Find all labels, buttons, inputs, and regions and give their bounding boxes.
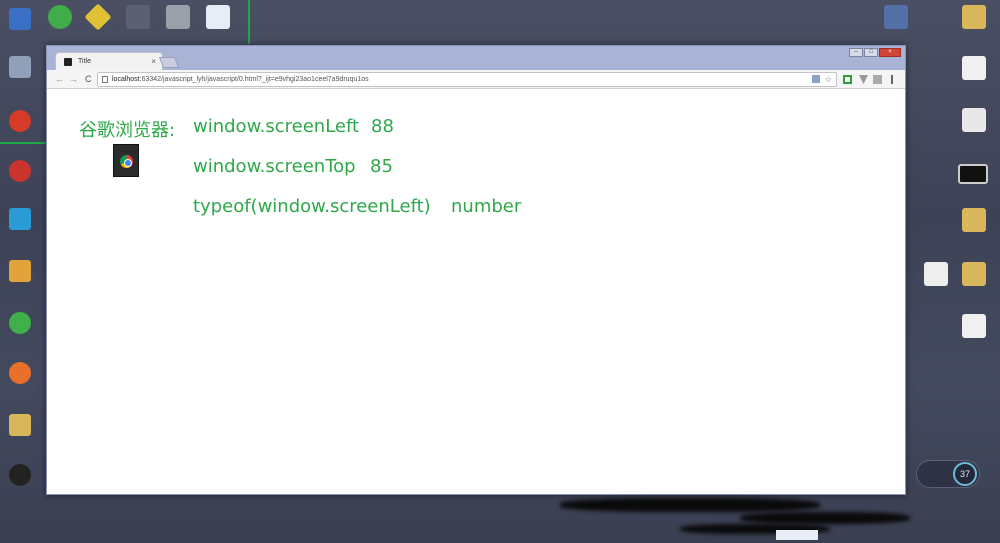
address-bar[interactable]: localhost:63342/javascript_lyh/javascrip… bbox=[97, 72, 837, 87]
right-icon-file-2[interactable] bbox=[962, 108, 986, 132]
window-controls: – □ × bbox=[849, 48, 901, 57]
top-icon-app-3[interactable] bbox=[126, 5, 150, 29]
desktop-icon-computer[interactable] bbox=[0, 8, 40, 32]
url-host: localhost bbox=[112, 76, 140, 83]
value-screen-left: 88 bbox=[371, 116, 394, 137]
top-icon-app-5[interactable] bbox=[206, 5, 230, 29]
browser-window[interactable]: Title × – □ × ← → C localhost:63342/java… bbox=[46, 45, 906, 495]
right-icon-file-3[interactable] bbox=[924, 262, 948, 286]
url-path: :63342/javascript_lyh/javascript/0.html?… bbox=[139, 76, 369, 83]
expr-text: window.screenLeft bbox=[193, 116, 360, 137]
desktop-icon-folder[interactable] bbox=[0, 414, 40, 438]
browser-toolbar: ← → C localhost:63342/javascript_lyh/jav… bbox=[47, 70, 905, 89]
top-icon-app-1[interactable] bbox=[48, 5, 72, 29]
desktop-icon-firefox[interactable] bbox=[0, 362, 40, 386]
green-line-horizontal bbox=[0, 142, 46, 144]
bookmark-star-icon[interactable]: ☆ bbox=[825, 73, 832, 86]
menu-icon[interactable] bbox=[891, 75, 893, 84]
page-content: 谷歌浏览器: window.screenLeft 88 window.scree… bbox=[47, 89, 905, 494]
value-text: 85 bbox=[370, 156, 393, 177]
forward-arrow-icon[interactable]: → bbox=[69, 74, 78, 84]
tab-title: Title bbox=[78, 58, 91, 65]
right-icon-folder-3[interactable] bbox=[962, 262, 986, 286]
right-icon-screen[interactable] bbox=[958, 164, 988, 184]
expr-screen-left: window.screenLeft bbox=[193, 116, 359, 137]
line-screen-left: 谷歌浏览器: bbox=[79, 116, 175, 142]
desktop-icon-app-3[interactable] bbox=[0, 208, 40, 232]
page-icon bbox=[64, 58, 72, 66]
desktop-icon-recycle-bin[interactable] bbox=[0, 56, 40, 80]
expr-typeof: typeof(window.screenLeft) bbox=[193, 196, 431, 217]
right-icon-file-4[interactable] bbox=[962, 314, 986, 338]
browser-label: 谷歌浏览器: bbox=[79, 120, 176, 141]
minimize-button[interactable]: – bbox=[849, 48, 863, 57]
widget-ring: 37 bbox=[953, 462, 977, 486]
tab-close-icon[interactable]: × bbox=[151, 57, 156, 66]
new-tab-button[interactable] bbox=[158, 57, 180, 68]
shadow-2 bbox=[740, 512, 910, 524]
desktop-icon-app-4[interactable] bbox=[0, 260, 40, 284]
tab-bar: Title × – □ × bbox=[47, 46, 905, 70]
reload-icon[interactable]: C bbox=[85, 74, 92, 84]
value-typeof: number bbox=[451, 196, 521, 217]
right-icon-folder-2[interactable] bbox=[962, 208, 986, 232]
value-text: 88 bbox=[371, 116, 394, 137]
system-widget[interactable]: 37 bbox=[916, 460, 980, 488]
chrome-icon-tile bbox=[113, 144, 139, 177]
extension-icon-1[interactable] bbox=[843, 75, 852, 84]
right-icon-file-1[interactable] bbox=[962, 56, 986, 80]
right-icon-folder-1[interactable] bbox=[962, 5, 986, 29]
extension-icon-3[interactable] bbox=[873, 75, 882, 84]
top-icon-app-4[interactable] bbox=[166, 5, 190, 29]
close-window-button[interactable]: × bbox=[879, 48, 901, 57]
taskbar-item[interactable] bbox=[776, 530, 818, 540]
desktop-icon-app-1[interactable] bbox=[0, 110, 40, 134]
shadow-1 bbox=[560, 498, 820, 512]
value-text: number bbox=[451, 196, 522, 217]
desktop-icon-app-5[interactable] bbox=[0, 312, 40, 336]
expr-text: window.screenTop bbox=[193, 156, 356, 177]
right-icon-app[interactable] bbox=[884, 5, 908, 29]
translate-icon[interactable] bbox=[812, 75, 820, 83]
chrome-icon bbox=[120, 155, 133, 168]
tab-active[interactable]: Title × bbox=[55, 52, 163, 70]
desktop-icon-app-2[interactable] bbox=[0, 160, 40, 184]
back-arrow-icon[interactable]: ← bbox=[55, 74, 64, 84]
maximize-button[interactable]: □ bbox=[864, 48, 878, 57]
expr-text: typeof(window.screenLeft) bbox=[193, 196, 431, 217]
expr-screen-top: window.screenTop bbox=[193, 156, 356, 177]
top-icon-app-2[interactable] bbox=[84, 3, 112, 31]
green-line-vertical bbox=[248, 0, 250, 44]
extension-icon-2[interactable] bbox=[859, 75, 868, 84]
desktop-icon-qq[interactable] bbox=[0, 464, 40, 488]
value-screen-top: 85 bbox=[370, 156, 393, 177]
page-info-icon[interactable] bbox=[102, 76, 108, 83]
